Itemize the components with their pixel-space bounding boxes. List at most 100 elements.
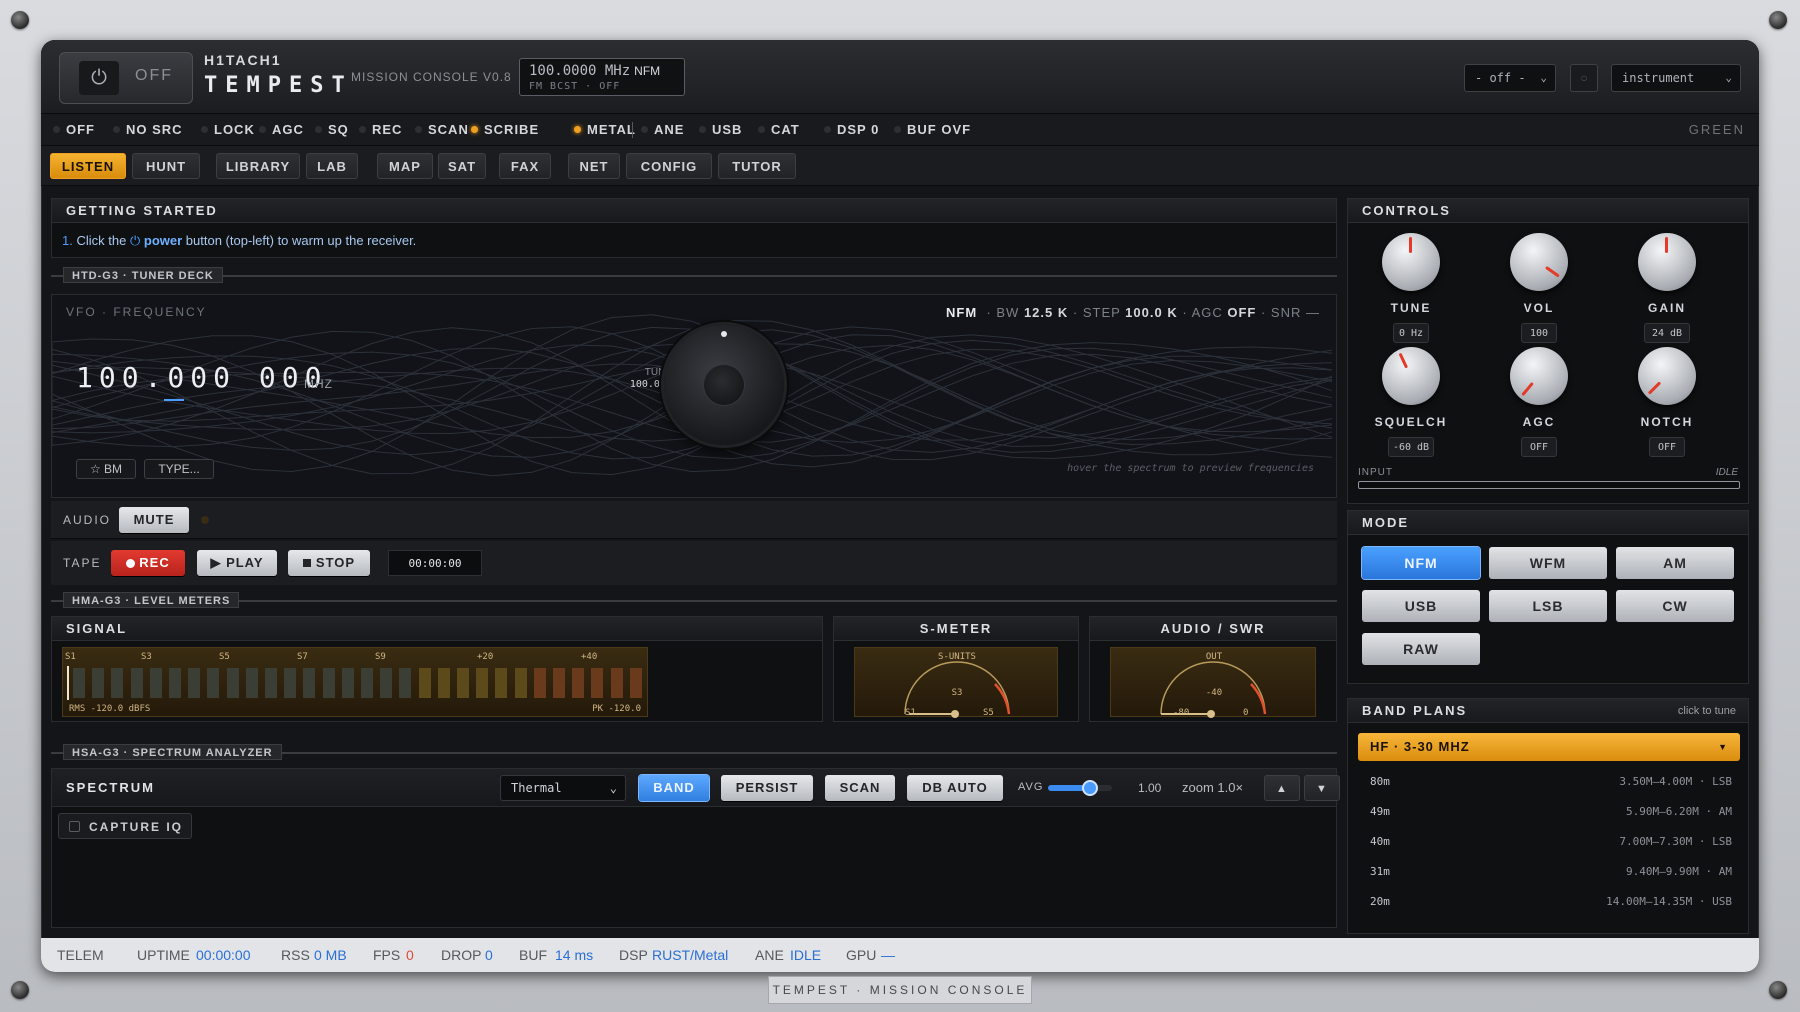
status-led: CAT — [758, 114, 800, 146]
status-led: SCAN — [415, 114, 469, 146]
band-row[interactable]: 40m 7.00M–7.30M · LSB — [1348, 827, 1748, 857]
band-select[interactable]: HF · 3-30 MHZ ▼ — [1358, 733, 1740, 761]
header-frequency-display: 100.0000 MHz NFM FM BCST · OFF — [519, 58, 685, 96]
device-select[interactable]: - off - ⌄ — [1464, 64, 1556, 92]
band-range: 14.00M–14.35M · USB — [1606, 895, 1732, 908]
audio-swr-title: AUDIO / SWR — [1090, 617, 1336, 641]
mode-button-cw[interactable]: CW — [1616, 590, 1734, 622]
brand-maker: H1TACH1 — [204, 52, 282, 68]
signal-segment — [457, 668, 469, 698]
led-dot-icon — [574, 126, 581, 133]
zoom-down-button[interactable]: ▼ — [1304, 775, 1340, 801]
band-button[interactable]: BAND — [639, 775, 709, 801]
knob-squelch[interactable] — [1382, 347, 1440, 405]
tab-fax[interactable]: FAX — [499, 153, 551, 179]
tab-listen[interactable]: LISTEN — [50, 153, 126, 179]
tab-net[interactable]: NET — [568, 153, 620, 179]
band-row[interactable]: 80m 3.50M–4.00M · LSB — [1348, 767, 1748, 797]
play-button[interactable]: ▶ PLAY — [197, 550, 277, 576]
mode-button-lsb[interactable]: LSB — [1489, 590, 1607, 622]
bookmark-button[interactable]: ☆ BM — [76, 459, 136, 479]
avg-slider-thumb[interactable] — [1081, 780, 1098, 796]
tuner-deck[interactable]: VFO · FREQUENCY NFM · BW 12.5 K · STEP 1… — [51, 294, 1337, 498]
tuning-dial[interactable] — [664, 325, 784, 445]
tab-tutor[interactable]: TUTOR — [718, 153, 796, 179]
mute-button[interactable]: MUTE — [119, 507, 189, 533]
dial-center — [704, 365, 744, 405]
knob-gain[interactable] — [1638, 233, 1696, 291]
signal-segment — [399, 668, 412, 698]
persist-button[interactable]: PERSIST — [721, 775, 813, 801]
scan-button[interactable]: SCAN — [825, 775, 895, 801]
palette-select[interactable]: Thermal ⌄ — [500, 775, 626, 801]
signal-segment — [591, 668, 604, 698]
tab-map[interactable]: MAP — [377, 153, 433, 179]
controls-title: CONTROLS — [1348, 199, 1748, 223]
knob-label: GAIN — [1648, 301, 1686, 315]
mode-button-nfm[interactable]: NFM — [1362, 547, 1480, 579]
tab-hunt[interactable]: HUNT — [132, 153, 200, 179]
tab-library[interactable]: LIBRARY — [216, 153, 300, 179]
tab-lab[interactable]: LAB — [306, 153, 358, 179]
checkbox-icon[interactable] — [69, 821, 80, 832]
s-meter-face: S-UNITS S3 S1 S5 — [854, 647, 1058, 718]
stop-button[interactable]: STOP — [288, 550, 370, 576]
step-number: 1. — [62, 233, 73, 248]
avg-slider[interactable] — [1048, 780, 1112, 796]
signal-segment — [92, 668, 105, 698]
knob-indicator — [1665, 237, 1668, 253]
uptime-value: 00:00:00 — [196, 947, 251, 963]
rec-button[interactable]: REC — [111, 550, 185, 576]
profile-select[interactable]: instrument ⌄ — [1611, 64, 1741, 92]
signal-needle — [67, 666, 69, 700]
vfo-label: VFO · FREQUENCY — [66, 305, 207, 319]
tab-sat[interactable]: SAT — [438, 153, 486, 179]
signal-segment — [226, 668, 239, 698]
db-auto-button[interactable]: DB AUTO — [907, 775, 1003, 801]
knob-tune[interactable] — [1382, 233, 1440, 291]
band-row[interactable]: 31m 9.40M–9.90M · AM — [1348, 857, 1748, 887]
knob-notch[interactable] — [1638, 347, 1696, 405]
power-switch[interactable]: ⏻ OFF — [59, 52, 193, 104]
signal-segment — [149, 668, 162, 698]
frequency-digits[interactable]: 100.000 000 — [76, 361, 327, 394]
power-icon[interactable]: ⏻ — [79, 61, 119, 95]
brand-name: TEMPEST — [204, 73, 353, 98]
getting-started-panel: GETTING STARTED 1. Click the ⏻ power but… — [51, 198, 1337, 258]
capture-iq-toggle[interactable]: CAPTURE IQ — [58, 813, 192, 839]
input-state: IDLE — [1715, 467, 1738, 478]
status-led: LOCK — [201, 114, 255, 146]
section-rule — [51, 600, 1337, 602]
knob-agc[interactable] — [1510, 347, 1568, 405]
band-row[interactable]: 20m 14.00M–14.35M · USB — [1348, 887, 1748, 917]
tab-config[interactable]: CONFIG — [626, 153, 712, 179]
toggle-button[interactable]: ○ — [1570, 64, 1598, 92]
fps-label: FPS — [373, 947, 401, 963]
band-row[interactable]: 49m 5.90M–6.20M · AM — [1348, 797, 1748, 827]
signal-segment — [265, 668, 277, 698]
band-range: 7.00M–7.30M · LSB — [1619, 835, 1732, 848]
theme-label[interactable]: GREEN — [1689, 114, 1745, 146]
chevron-down-icon: ⌄ — [609, 781, 617, 795]
knob-indicator — [1409, 237, 1412, 253]
led-dot-icon — [894, 126, 901, 133]
dsp-label: DSP — [619, 947, 648, 963]
knob-vol[interactable] — [1510, 233, 1568, 291]
step-text-after: button (top-left) to warm up the receive… — [185, 233, 417, 248]
spectrum-section-label: HSA-G3 · SPECTRUM ANALYZER — [63, 744, 282, 760]
status-led-label: SQ — [328, 122, 349, 137]
mode-button-wfm[interactable]: WFM — [1489, 547, 1607, 579]
getting-started-step: 1. Click the ⏻ power button (top-left) t… — [62, 233, 416, 249]
mode-button-usb[interactable]: USB — [1362, 590, 1480, 622]
drop-value: 0 — [485, 947, 493, 963]
input-level-bar — [1358, 481, 1740, 489]
zoom-up-button[interactable]: ▲ — [1264, 775, 1300, 801]
telem-label: TELEM — [57, 947, 104, 963]
mode-panel: MODE NFM WFM AM USB LSB CW RAW — [1347, 510, 1749, 684]
frequency-unit: MHZ — [304, 377, 333, 391]
mode-button-raw[interactable]: RAW — [1362, 633, 1480, 665]
type-button[interactable]: TYPE... — [144, 459, 214, 479]
signal-segment — [514, 668, 527, 698]
mode-button-am[interactable]: AM — [1616, 547, 1734, 579]
s-meter-panel: S-METER S-UNITS S3 S1 S5 — [833, 616, 1079, 722]
